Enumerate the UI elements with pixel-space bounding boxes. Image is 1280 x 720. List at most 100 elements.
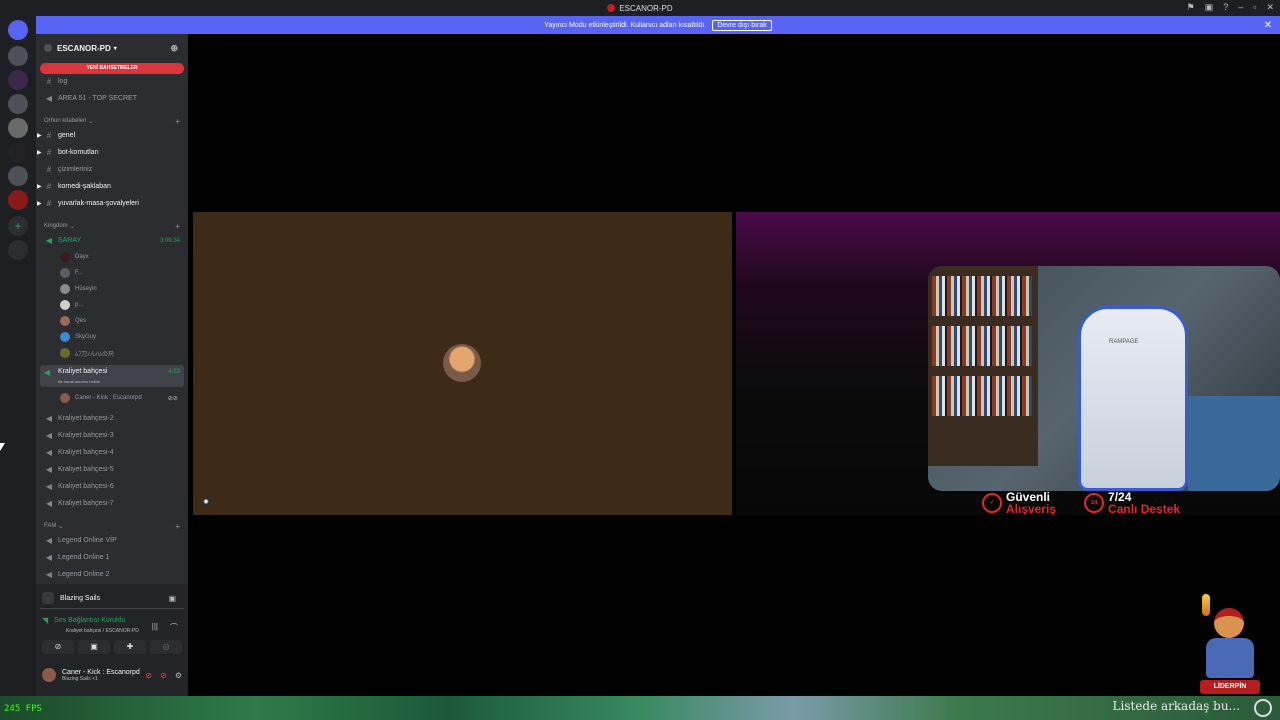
close-window-button[interactable]: ✕ xyxy=(1266,2,1274,13)
streamer-mode-banner: Yayıncı Modu etkinleştirildi. Kullanıcı … xyxy=(36,16,1280,34)
channel-cizimleriniz[interactable]: # çizimleriniz xyxy=(44,162,184,177)
bed xyxy=(1188,396,1280,491)
maximize-button[interactable]: ▫ xyxy=(1253,2,1256,13)
disable-streamer-mode-button[interactable]: Devre dışı bırak xyxy=(712,19,772,31)
disconnect-icon[interactable]: ⌒ xyxy=(170,622,178,633)
category-kingdom[interactable]: Kingdom ⌄ + xyxy=(44,220,184,232)
mascot-head xyxy=(1214,608,1244,638)
hash-icon: # xyxy=(46,77,52,86)
channel-status[interactable]: Bir kanal durumu belirle xyxy=(58,379,100,384)
voice-user[interactable]: Qes xyxy=(60,314,86,328)
voice-channel-saray[interactable]: ◀ SARAY 3:09:34 xyxy=(44,233,184,248)
voice-user[interactable]: ﾑﾌ刀ﾉんﾊﾑの尺 xyxy=(60,346,114,360)
add-channel-icon[interactable]: + xyxy=(175,222,180,231)
screen-share-icon[interactable]: ▣ xyxy=(168,594,176,603)
gear-icon[interactable]: ⚙ xyxy=(175,671,182,680)
help-icon[interactable]: ? xyxy=(1223,2,1228,13)
category-fam[interactable]: FAM ⌄ + xyxy=(44,520,184,532)
settings-gear-icon[interactable] xyxy=(1254,699,1272,717)
server-icon[interactable] xyxy=(8,118,28,138)
voice-user[interactable]: p... xyxy=(60,298,83,312)
speaker-icon: ◀ xyxy=(45,482,53,491)
add-channel-icon[interactable]: + xyxy=(175,522,180,531)
voice-channel[interactable]: ◀ Kraliyet bahçesi-6 xyxy=(44,479,184,494)
channel-area51[interactable]: ◀ AREA 51 - TOP SECRET xyxy=(44,91,184,106)
deafen-icon[interactable]: ⊘ xyxy=(160,671,167,680)
unread-dot: ▶ xyxy=(37,150,42,156)
stream-tile[interactable]: RAMPAGE ✓ Güvenli Alışveriş 24 7/24 Canl… xyxy=(736,212,1280,515)
unread-dot: ▶ xyxy=(37,201,42,207)
category-orhun[interactable]: Orhun kitabeleri ⌄ + xyxy=(44,115,184,127)
voice-channel[interactable]: ◀ Kraliyet bahçesi-5 xyxy=(44,462,184,477)
voice-user-self[interactable]: Caner - Kick : Escanorpd ⊘⊘ xyxy=(60,391,178,405)
voice-user[interactable]: Hüseyin xyxy=(60,282,97,296)
minimize-button[interactable]: – xyxy=(1238,2,1243,13)
add-channel-icon[interactable]: + xyxy=(175,117,180,126)
noise-icon[interactable]: ||| xyxy=(152,622,158,631)
speaker-icon: ◀ xyxy=(45,465,53,474)
deafened-icon: ⊘⊘ xyxy=(167,395,178,402)
voice-connection-status[interactable]: ◥ Ses Bağlantısı Kuruldu xyxy=(42,616,125,625)
avatar xyxy=(42,668,56,682)
voice-channel[interactable]: ◀ Kraliyet bahçesi-4 xyxy=(44,445,184,460)
hash-icon: # xyxy=(46,199,52,208)
camera-off-button[interactable]: ⊘ xyxy=(42,640,74,654)
avatar xyxy=(443,344,481,382)
invite-icon[interactable]: ⊕ xyxy=(170,43,178,54)
speaker-icon: ◀ xyxy=(45,431,53,440)
server-icon[interactable] xyxy=(8,46,28,66)
saray-timer: 3:09:34 xyxy=(159,237,180,244)
voice-channel[interactable]: ◀ Kraliyet bahçesi-3 xyxy=(44,428,184,443)
new-mentions-pill[interactable]: YENİ BAHSETMELER xyxy=(40,63,184,74)
channel-bot-komutlari[interactable]: ▶ # bot-komutları xyxy=(37,145,184,160)
close-banner-icon[interactable]: ✕ xyxy=(1264,20,1272,31)
activities-button[interactable]: ✚ xyxy=(114,640,146,654)
avatar xyxy=(60,268,70,278)
soundboard-button[interactable]: ◎ xyxy=(150,640,182,654)
server-icon[interactable] xyxy=(8,190,28,210)
home-icon[interactable] xyxy=(8,20,28,40)
participant-tile[interactable]: ◉ xyxy=(193,212,732,515)
voice-user[interactable]: Dayx xyxy=(60,250,89,264)
voice-user[interactable]: SkyGuy xyxy=(60,330,96,344)
mouse-cursor xyxy=(0,443,5,451)
avatar xyxy=(60,393,70,403)
voice-channel-kraliyet-active[interactable]: ◀ Kraliyet bahçesi Bir kanal durumu beli… xyxy=(40,365,184,387)
channel-komedi[interactable]: ▶ # komedi-şaklaban xyxy=(37,179,184,194)
server-icon[interactable] xyxy=(8,94,28,114)
mute-icon[interactable]: ⊘ xyxy=(145,671,152,680)
add-server-icon[interactable]: + xyxy=(8,216,28,236)
voice-channel[interactable]: ◀ Legend Online 1 xyxy=(44,550,184,565)
server-icon[interactable] xyxy=(8,142,28,162)
voice-connection-sub: Kraliyet bahçesi / ESCANOR-PD xyxy=(66,628,139,634)
hash-icon: # xyxy=(46,131,52,140)
hash-icon: # xyxy=(46,165,52,174)
books xyxy=(932,276,1032,316)
self-user[interactable]: Caner - Kick : Escanorpd Blazing Sails +… xyxy=(42,668,182,682)
channel-yuvarlak-masa[interactable]: ▶ # yuvarlak-masa-şovalyeleri xyxy=(37,196,184,211)
mascot-body xyxy=(1206,638,1254,678)
channel-log[interactable]: # log xyxy=(44,74,184,89)
server-header[interactable]: ESCANOR-PD ▾ ⊕ xyxy=(36,38,188,58)
speaker-icon: ◀ xyxy=(45,236,53,245)
banner-text: Yayıncı Modu etkinleştirildi. Kullanıcı … xyxy=(544,21,707,29)
chevron-down-icon: ⌄ xyxy=(58,523,64,530)
screen-icon[interactable]: ▣ xyxy=(1205,2,1214,13)
discover-icon[interactable] xyxy=(8,240,28,260)
books xyxy=(932,326,1032,366)
voice-channel[interactable]: ◀ Kraliyet bahçesi-2 xyxy=(44,411,184,426)
gaming-chair: RAMPAGE xyxy=(1078,306,1188,491)
avatar xyxy=(60,316,70,326)
game-activity[interactable]: Blazing Sails ▣ xyxy=(42,592,182,604)
voice-user[interactable]: F... xyxy=(60,266,83,280)
channel-genel[interactable]: ▶ # genel xyxy=(37,128,184,143)
promo-support: 24 7/24 Canlı Destek xyxy=(1084,491,1180,515)
voice-channel[interactable]: ◀ Legend Online VİP xyxy=(44,533,184,548)
voice-channel[interactable]: ◀ Legend Online 2 xyxy=(44,567,184,582)
screen-share-button[interactable]: ▣ xyxy=(78,640,110,654)
server-icon[interactable] xyxy=(8,70,28,90)
game-hint-text: Listede arkadaş bu... xyxy=(1112,699,1240,713)
inbox-icon[interactable]: ⚑ xyxy=(1187,2,1195,13)
server-icon[interactable] xyxy=(8,166,28,186)
voice-channel[interactable]: ◀ Kraliyet bahçesi-7 xyxy=(44,496,184,511)
